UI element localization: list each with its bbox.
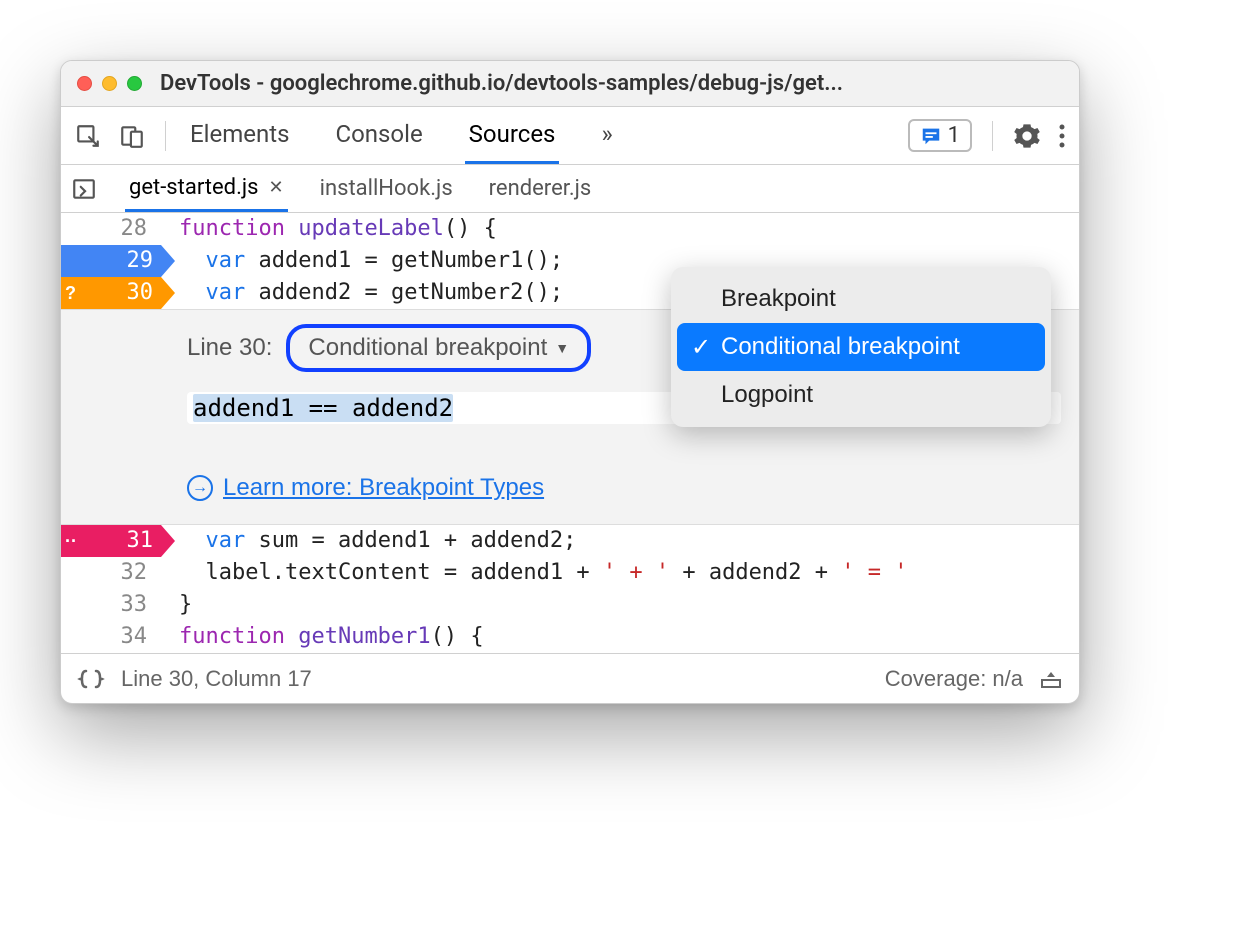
- pretty-print-icon[interactable]: [77, 668, 105, 690]
- more-options-icon[interactable]: [1059, 123, 1065, 149]
- cursor-position: Line 30, Column 17: [121, 666, 312, 692]
- breakpoint-type-label: Conditional breakpoint: [308, 334, 547, 362]
- close-file-tab-icon[interactable]: ✕: [269, 177, 284, 198]
- code-line: 28 function updateLabel() {: [61, 213, 1079, 245]
- issues-icon: [920, 125, 942, 147]
- gutter[interactable]: 33: [61, 589, 159, 621]
- gutter[interactable]: 34: [61, 621, 159, 653]
- file-tab-label: installHook.js: [320, 176, 453, 201]
- statusbar: Line 30, Column 17 Coverage: n/a: [61, 653, 1079, 703]
- code-text: var addend2 = getNumber2();: [159, 277, 563, 309]
- learn-more-link[interactable]: Learn more: Breakpoint Types: [223, 474, 544, 502]
- file-tab-get-started[interactable]: get-started.js ✕: [125, 165, 288, 212]
- tab-sources[interactable]: Sources: [465, 107, 560, 164]
- window-controls: [77, 76, 142, 91]
- tab-console[interactable]: Console: [331, 107, 426, 164]
- dropdown-item-breakpoint[interactable]: Breakpoint: [677, 275, 1045, 323]
- file-tab-renderer[interactable]: renderer.js: [485, 165, 596, 212]
- close-window-button[interactable]: [77, 76, 92, 91]
- titlebar: DevTools - googlechrome.github.io/devtoo…: [61, 61, 1079, 107]
- toolbar-divider: [165, 121, 166, 151]
- code-line: ·· 31 var sum = addend1 + addend2;: [61, 525, 1079, 557]
- gutter[interactable]: 32: [61, 557, 159, 589]
- dropdown-item-logpoint[interactable]: Logpoint: [677, 371, 1045, 419]
- code-line: 33 }: [61, 589, 1079, 621]
- file-tab-installhook[interactable]: installHook.js: [316, 165, 457, 212]
- breakpoint-marker-icon[interactable]: 29: [61, 245, 161, 277]
- show-drawer-icon[interactable]: [1039, 667, 1063, 691]
- code-text: var sum = addend1 + addend2;: [159, 525, 576, 557]
- gutter-breakpoint[interactable]: ? 30: [61, 277, 159, 309]
- breakpoint-type-dropdown: Breakpoint Conditional breakpoint Logpoi…: [671, 267, 1051, 427]
- chevron-down-icon: ▼: [555, 340, 569, 356]
- file-tab-bar: get-started.js ✕ installHook.js renderer…: [61, 165, 1079, 213]
- gutter[interactable]: 28: [61, 213, 159, 245]
- source-editor[interactable]: 28 function updateLabel() { 29 var adden…: [61, 213, 1079, 653]
- maximize-window-button[interactable]: [127, 76, 142, 91]
- breakpoint-condition-text: addend1 == addend2: [193, 394, 453, 422]
- breakpoint-line-label: Line 30:: [187, 334, 272, 362]
- logpoint-marker-icon[interactable]: ·· 31: [61, 525, 161, 557]
- coverage-status: Coverage: n/a: [885, 666, 1023, 692]
- show-navigator-icon[interactable]: [71, 176, 97, 202]
- conditional-breakpoint-marker-icon[interactable]: ? 30: [61, 277, 161, 309]
- devtools-window: DevTools - googlechrome.github.io/devtoo…: [60, 60, 1080, 704]
- file-tab-label: renderer.js: [489, 176, 592, 201]
- panel-tabs: Elements Console Sources »: [186, 107, 617, 164]
- breakpoint-badge: ··: [65, 525, 77, 557]
- inspect-element-icon[interactable]: [75, 123, 101, 149]
- tab-elements[interactable]: Elements: [186, 107, 293, 164]
- code-line: 32 label.textContent = addend1 + ' + ' +…: [61, 557, 1079, 589]
- file-tab-label: get-started.js: [129, 175, 259, 200]
- device-toolbar-icon[interactable]: [119, 123, 145, 149]
- main-toolbar: Elements Console Sources » 1: [61, 107, 1079, 165]
- code-text: var addend1 = getNumber1();: [159, 245, 563, 277]
- issues-count: 1: [948, 123, 960, 148]
- code-text: function updateLabel() {: [159, 213, 497, 245]
- code-text: }: [159, 589, 192, 621]
- breakpoint-type-select[interactable]: Conditional breakpoint ▼: [286, 324, 591, 372]
- gutter-breakpoint[interactable]: ·· 31: [61, 525, 159, 557]
- issues-button[interactable]: 1: [908, 119, 972, 152]
- window-title: DevTools - googlechrome.github.io/devtoo…: [160, 71, 1063, 96]
- breakpoint-badge: ?: [65, 277, 76, 309]
- code-line: 34 function getNumber1() {: [61, 621, 1079, 653]
- learn-more-row: → Learn more: Breakpoint Types: [187, 474, 1061, 502]
- code-text: function getNumber1() {: [159, 621, 484, 653]
- settings-icon[interactable]: [1013, 122, 1041, 150]
- more-tabs-button[interactable]: »: [597, 107, 616, 164]
- arrow-right-circle-icon: →: [187, 475, 213, 501]
- code-text: label.textContent = addend1 + ' + ' + ad…: [159, 557, 908, 589]
- minimize-window-button[interactable]: [102, 76, 117, 91]
- dropdown-item-conditional-breakpoint[interactable]: Conditional breakpoint: [677, 323, 1045, 371]
- toolbar-divider: [992, 121, 993, 151]
- gutter-breakpoint[interactable]: 29: [61, 245, 159, 277]
